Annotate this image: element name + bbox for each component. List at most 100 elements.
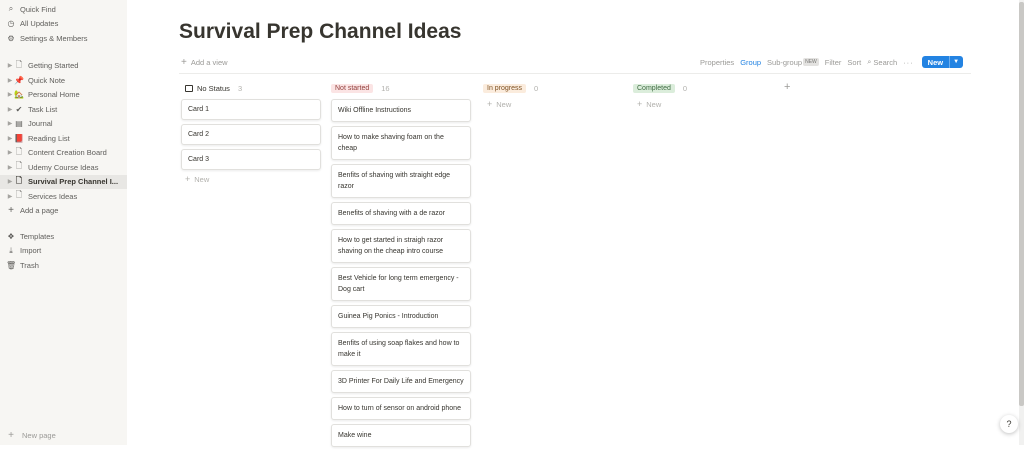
search-icon: ⌕ (867, 57, 872, 66)
board-card[interactable]: 3D Printer For Daily Life and Emergency (331, 370, 471, 393)
sidebar-item-label: Templates (20, 231, 55, 241)
sidebar-item-personal-home[interactable]: ▶ 🏡 Personal Home (0, 88, 127, 103)
board-card[interactable]: How to get started in straigh razor shav… (331, 229, 471, 263)
page-icon: 🗋 (15, 59, 23, 69)
board-card[interactable]: Benefits of shaving with a de razor (331, 202, 471, 225)
expand-toggle-icon[interactable]: ▶ (6, 149, 14, 156)
expand-toggle-icon[interactable]: ▶ (6, 106, 14, 113)
column-name: No Status (197, 84, 230, 93)
add-card-button[interactable]: + New (483, 99, 623, 109)
page-icon: 🗋 (15, 146, 23, 156)
properties-button[interactable]: Properties (700, 58, 734, 67)
board-card[interactable]: How to turn of sensor on android phone (331, 397, 471, 420)
journal-icon: ▤ (15, 119, 23, 129)
expand-toggle-icon[interactable]: ▶ (6, 193, 14, 200)
board-card[interactable]: Guinea Pig Ponics - Introduction (331, 305, 471, 328)
status-tag: Completed (633, 84, 675, 93)
board-card[interactable]: Benfits of shaving with straight edge ra… (331, 164, 471, 198)
sidebar-item-getting-started[interactable]: ▶ 🗋 Getting Started (0, 59, 127, 74)
new-button[interactable]: New ▼ (921, 56, 964, 68)
sidebar-item-quick-note[interactable]: ▶ 📌 Quick Note (0, 73, 127, 88)
sidebar-item-label: Quick Find (20, 4, 56, 14)
status-tag: In progress (483, 84, 527, 93)
sidebar-item-label: Trash (20, 260, 39, 270)
inbox-icon (185, 85, 193, 92)
board-column-completed: Completed 0 + New (633, 82, 773, 109)
column-header[interactable]: No Status 3 (181, 82, 321, 95)
sidebar-item-label: Udemy Course Ideas (28, 162, 99, 172)
new-page-button[interactable]: + New page (6, 430, 56, 441)
chevron-down-icon[interactable]: ▼ (953, 59, 959, 65)
column-header[interactable]: Completed 0 (633, 82, 773, 95)
expand-toggle-icon[interactable]: ▶ (6, 91, 14, 98)
expand-toggle-icon[interactable]: ▶ (6, 178, 14, 185)
expand-toggle-icon[interactable]: ▶ (6, 62, 14, 69)
sidebar-item-label: Survival Prep Channel I... (28, 177, 119, 187)
page-title[interactable]: Survival Prep Channel Ideas (179, 20, 461, 44)
add-card-button[interactable]: + New (181, 174, 321, 184)
sidebar-settings[interactable]: ⚙ Settings & Members (0, 31, 127, 46)
expand-toggle-icon[interactable]: ▶ (6, 164, 14, 171)
scrollbar[interactable] (1019, 0, 1024, 445)
expand-toggle-icon[interactable]: ▶ (6, 77, 14, 84)
board-card[interactable]: Card 1 (181, 99, 321, 120)
clock-icon: ◷ (7, 19, 15, 29)
sidebar-item-label: Services Ideas (28, 191, 78, 201)
templates-icon: ❖ (7, 231, 15, 241)
add-view-button[interactable]: + Add a view (181, 57, 228, 68)
board-card[interactable]: Card 3 (181, 149, 321, 170)
sidebar-item-services-ideas[interactable]: ▶ 🗋 Services Ideas (0, 189, 127, 204)
more-options-icon[interactable]: ··· (903, 58, 914, 67)
help-button[interactable]: ? (1000, 415, 1018, 433)
board-card[interactable]: Wiki Offline Instructions (331, 99, 471, 122)
page-icon: 🗋 (15, 161, 23, 171)
board-column-no-status: No Status 3 Card 1 Card 2 Card 3 + New (181, 82, 321, 184)
new-button-label: New (927, 57, 944, 67)
page-icon: 🗋 (15, 175, 23, 185)
sidebar-templates[interactable]: ❖ Templates (0, 229, 127, 244)
import-icon: ⤓ (9, 245, 13, 255)
sidebar-item-survival-prep[interactable]: ▶ 🗋 Survival Prep Channel I... (0, 174, 127, 189)
sidebar-trash[interactable]: 🗑 Trash (0, 258, 127, 273)
plus-icon: + (181, 57, 187, 68)
column-count: 16 (381, 84, 390, 93)
board-column-not-started: Not started 16 Wiki Offline Instructions… (331, 82, 471, 451)
expand-toggle-icon[interactable]: ▶ (6, 120, 14, 127)
add-card-label: New (194, 174, 210, 184)
new-page-label: New page (22, 431, 56, 440)
add-card-button[interactable]: + New (633, 99, 773, 109)
column-header[interactable]: Not started 16 (331, 82, 471, 95)
sidebar-item-journal[interactable]: ▶ ▤ Journal (0, 117, 127, 132)
sort-button[interactable]: Sort (847, 58, 861, 67)
add-group-button[interactable]: + (784, 81, 790, 93)
board-column-in-progress: In progress 0 + New (483, 82, 623, 109)
sidebar-item-content-creation-board[interactable]: ▶ 🗋 Content Creation Board (0, 146, 127, 161)
group-button[interactable]: Group (740, 58, 761, 67)
sidebar-add-page[interactable]: + Add a page (0, 204, 127, 219)
sidebar-item-task-list[interactable]: ▶ ✔ Task List (0, 102, 127, 117)
sidebar-quick-find[interactable]: ⌕ Quick Find (0, 2, 127, 17)
board-card[interactable]: Make wine (331, 424, 471, 447)
subgroup-button[interactable]: Sub-group NEW (767, 58, 819, 67)
sidebar-item-reading-list[interactable]: ▶ 📕 Reading List (0, 131, 127, 146)
search-button[interactable]: ⌕ Search (867, 57, 897, 67)
scrollbar-thumb[interactable] (1019, 2, 1024, 406)
board-card[interactable]: Benfits of using soap flakes and how to … (331, 332, 471, 366)
add-card-label: New (496, 99, 512, 109)
add-view-label: Add a view (190, 58, 228, 67)
expand-toggle-icon[interactable]: ▶ (6, 135, 14, 142)
sidebar-all-updates[interactable]: ◷ All Updates (0, 17, 127, 32)
filter-button[interactable]: Filter (825, 58, 842, 67)
sidebar-import[interactable]: ⤓ Import (0, 244, 127, 259)
plus-icon: + (637, 99, 643, 109)
column-header[interactable]: In progress 0 (483, 82, 623, 95)
sidebar-item-label: Content Creation Board (28, 148, 107, 158)
status-tag: Not started (331, 84, 374, 93)
board-card[interactable]: How to make shaving foam on the cheap (331, 126, 471, 160)
plus-icon: + (185, 174, 191, 184)
board-card[interactable]: Card 2 (181, 124, 321, 145)
sidebar-item-udemy-course-ideas[interactable]: ▶ 🗋 Udemy Course Ideas (0, 160, 127, 175)
search-icon: ⌕ (8, 4, 14, 14)
board-card[interactable]: Best Vehicle for long term emergency - D… (331, 267, 471, 301)
plus-icon: + (8, 205, 14, 217)
